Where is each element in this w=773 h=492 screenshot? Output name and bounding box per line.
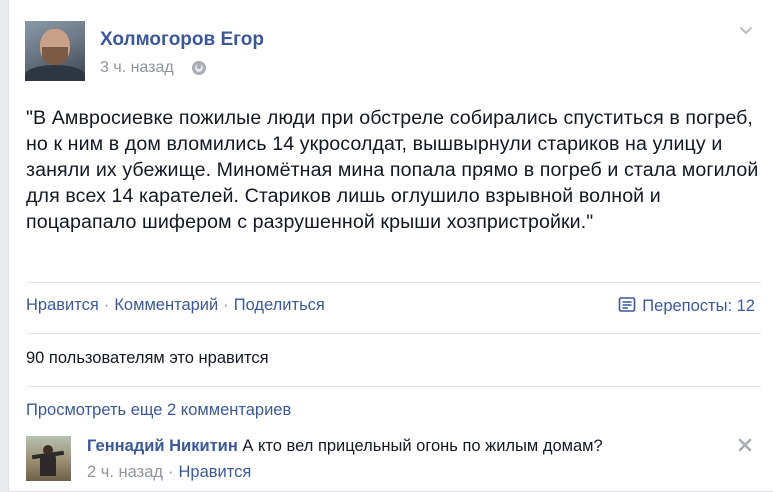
reposts-count: Перепосты: 12 [642, 297, 755, 315]
avatar-beard [42, 47, 68, 65]
like-link[interactable]: Нравится [26, 296, 99, 314]
post-body-text: "В Амвросиевке пожилые люди при обстреле… [26, 107, 759, 233]
comment-link[interactable]: Комментарий [114, 296, 218, 314]
divider [26, 282, 761, 283]
share-link[interactable]: Поделиться [234, 296, 325, 314]
comment-timestamp[interactable]: 2 ч. назад [87, 463, 163, 481]
globe-icon[interactable] [192, 61, 206, 75]
separator-dot: · [168, 463, 174, 481]
repost-icon [618, 297, 636, 312]
comment-meta: 2 ч. назад · Нравится [87, 463, 251, 482]
separator-dot: · [223, 296, 229, 314]
likes-summary[interactable]: 90 пользователям это нравится [26, 349, 269, 368]
post-timestamp[interactable]: 3 ч. назад [100, 59, 174, 77]
divider [26, 386, 761, 387]
post-card: Холмогоров Егор 3 ч. назад "В Амвросиевк… [8, 0, 773, 492]
close-icon[interactable] [737, 437, 753, 453]
reposts-link[interactable]: Перепосты: 12 [618, 296, 755, 316]
chevron-down-icon[interactable] [739, 24, 753, 38]
divider [26, 333, 761, 334]
view-more-comments-link[interactable]: Просмотреть еще 2 комментариев [26, 401, 291, 420]
commenter-avatar[interactable] [26, 436, 71, 481]
comment-text: А кто вел прицельный огонь по жилым дома… [242, 437, 603, 455]
author-avatar[interactable] [25, 21, 85, 81]
likes-summary-text: 90 пользователям это нравится [26, 349, 269, 367]
comment-author-link[interactable]: Геннадий Никитин [87, 437, 238, 455]
separator-dot: · [103, 296, 110, 314]
avatar-body [40, 454, 56, 476]
avatar-head [43, 445, 53, 455]
post-action-bar: Нравится · Комментарий · Поделиться [26, 296, 325, 315]
avatar-shoulders [25, 65, 85, 81]
comment-line: Геннадий Никитин А кто вел прицельный ог… [87, 437, 603, 456]
comment-like-link[interactable]: Нравится [179, 463, 252, 481]
author-name-link[interactable]: Холмогоров Егор [100, 29, 264, 51]
